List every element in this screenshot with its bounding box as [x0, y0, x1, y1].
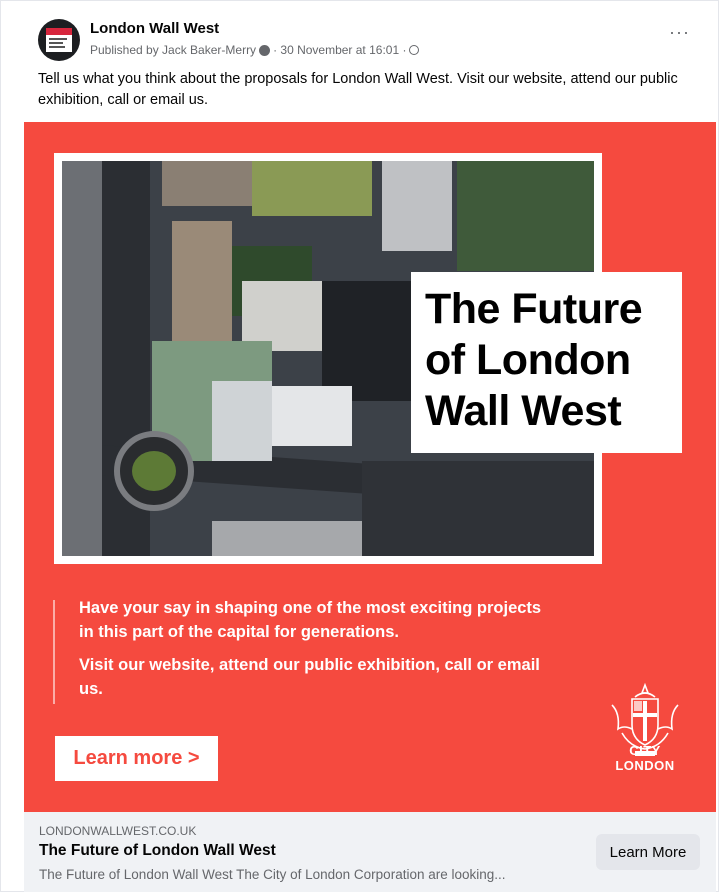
learn-more-button[interactable]: Learn More: [596, 834, 700, 870]
feed-post: London Wall West Published by Jack Baker…: [0, 0, 719, 892]
headline-box: The Future of London Wall West: [411, 272, 682, 453]
more-horizontal-icon[interactable]: ···: [669, 23, 690, 41]
page-name-link[interactable]: London Wall West: [90, 20, 219, 37]
link-title[interactable]: The Future of London Wall West: [39, 842, 276, 860]
link-domain: LONDONWALLWEST.CO.UK: [39, 824, 197, 838]
avatar-logo-tile: [46, 28, 72, 52]
ad-headline: The Future of London Wall West: [425, 285, 643, 435]
link-preview[interactable]: LONDONWALLWEST.CO.UK The Future of Londo…: [24, 812, 716, 892]
ad-body-paragraph-1: Have your say in shaping one of the most…: [79, 599, 542, 641]
ad-body-paragraph-2: Visit our website, attend our public exh…: [79, 656, 540, 698]
page-avatar[interactable]: [38, 19, 80, 61]
city-of-london-logotype: CITY LONDON: [615, 743, 675, 773]
link-description: The Future of London Wall West The City …: [39, 867, 506, 882]
body-divider: [53, 600, 55, 704]
info-icon[interactable]: [259, 44, 271, 56]
ad-body: Have your say in shaping one of the most…: [79, 596, 559, 701]
post-caption: Tell us what you think about the proposa…: [38, 71, 678, 108]
ad-creative[interactable]: The Future of London Wall West Have your…: [24, 122, 716, 812]
post-timestamp[interactable]: · 30 November at 16:01 ·: [273, 43, 406, 57]
published-by[interactable]: Published by Jack Baker-Merry: [90, 43, 256, 57]
globe-icon: [409, 45, 420, 55]
post-meta: Published by Jack Baker-Merry · 30 Novem…: [90, 43, 420, 57]
learn-more-cta[interactable]: Learn more >: [55, 736, 218, 781]
